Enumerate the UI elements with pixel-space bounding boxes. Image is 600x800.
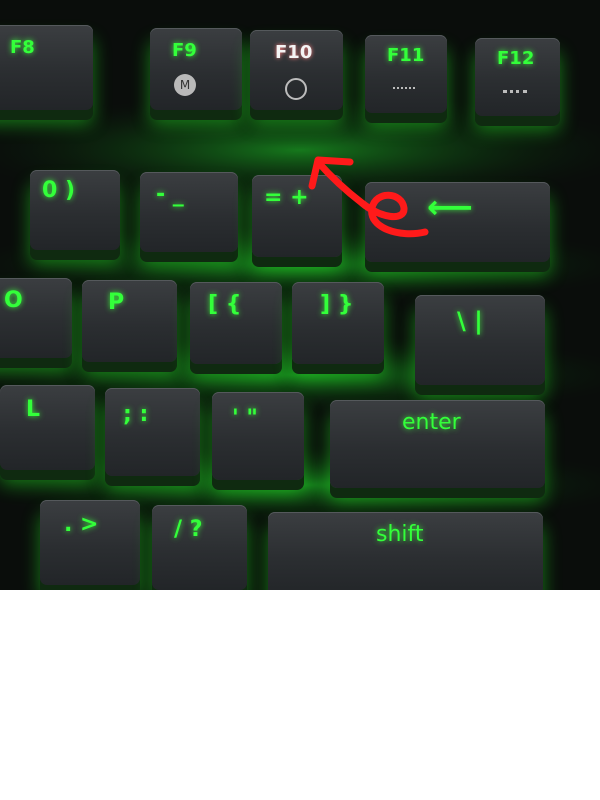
keyboard-photo: F8 F9 M F10 F11 F12 0 ) - _ = + ⟵ O P [ … (0, 0, 600, 590)
brightness-up-icon (503, 90, 527, 99)
key-minus[interactable]: - _ (140, 172, 238, 252)
key-enter[interactable]: enter (330, 400, 545, 488)
key-shift[interactable]: shift (268, 512, 543, 590)
key-f8-label: F8 (10, 37, 35, 58)
key-p[interactable]: P (82, 280, 177, 362)
key-zero[interactable]: 0 ) (30, 170, 120, 250)
macro-icon: M (174, 74, 196, 96)
key-equals-label: = + (264, 185, 309, 210)
key-f10[interactable]: F10 (250, 30, 343, 110)
key-quote-label: ' " (232, 406, 258, 431)
key-zero-label: 0 ) (42, 178, 76, 203)
key-slash[interactable]: / ? (152, 505, 247, 590)
blank-area (0, 590, 600, 800)
gaming-mode-icon (285, 78, 307, 100)
key-f8[interactable]: F8 (0, 25, 93, 110)
key-f10-label: F10 (275, 42, 313, 63)
key-lbracket[interactable]: [ { (190, 282, 282, 364)
key-enter-label: enter (402, 410, 461, 435)
key-l[interactable]: L (0, 385, 95, 470)
key-f9-label: F9 (172, 40, 197, 61)
key-quote[interactable]: ' " (212, 392, 304, 480)
key-o-label: O (4, 288, 23, 313)
key-period[interactable]: . > (40, 500, 140, 585)
key-f11[interactable]: F11 (365, 35, 447, 113)
key-o[interactable]: O (0, 278, 72, 358)
key-equals[interactable]: = + (252, 175, 342, 257)
key-rbracket-label: ] } (320, 292, 354, 317)
key-minus-label: - _ (156, 182, 184, 207)
key-f11-label: F11 (387, 45, 425, 66)
key-backspace[interactable]: ⟵ (365, 182, 550, 262)
key-f12-label: F12 (497, 48, 535, 69)
key-shift-label: shift (376, 522, 424, 547)
key-f9[interactable]: F9 M (150, 28, 242, 110)
key-p-label: P (108, 290, 125, 315)
key-lbracket-label: [ { (208, 292, 242, 317)
brightness-down-icon (393, 87, 415, 94)
key-semicolon-label: ; : (123, 402, 149, 427)
key-rbracket[interactable]: ] } (292, 282, 384, 364)
key-backslash-label: \ | (457, 307, 483, 335)
key-f12[interactable]: F12 (475, 38, 560, 116)
key-slash-label: / ? (174, 517, 203, 542)
key-l-label: L (26, 397, 41, 422)
key-period-label: . > (64, 512, 99, 537)
key-backspace-label: ⟵ (427, 188, 473, 226)
key-backslash[interactable]: \ | (415, 295, 545, 385)
key-semicolon[interactable]: ; : (105, 388, 200, 476)
